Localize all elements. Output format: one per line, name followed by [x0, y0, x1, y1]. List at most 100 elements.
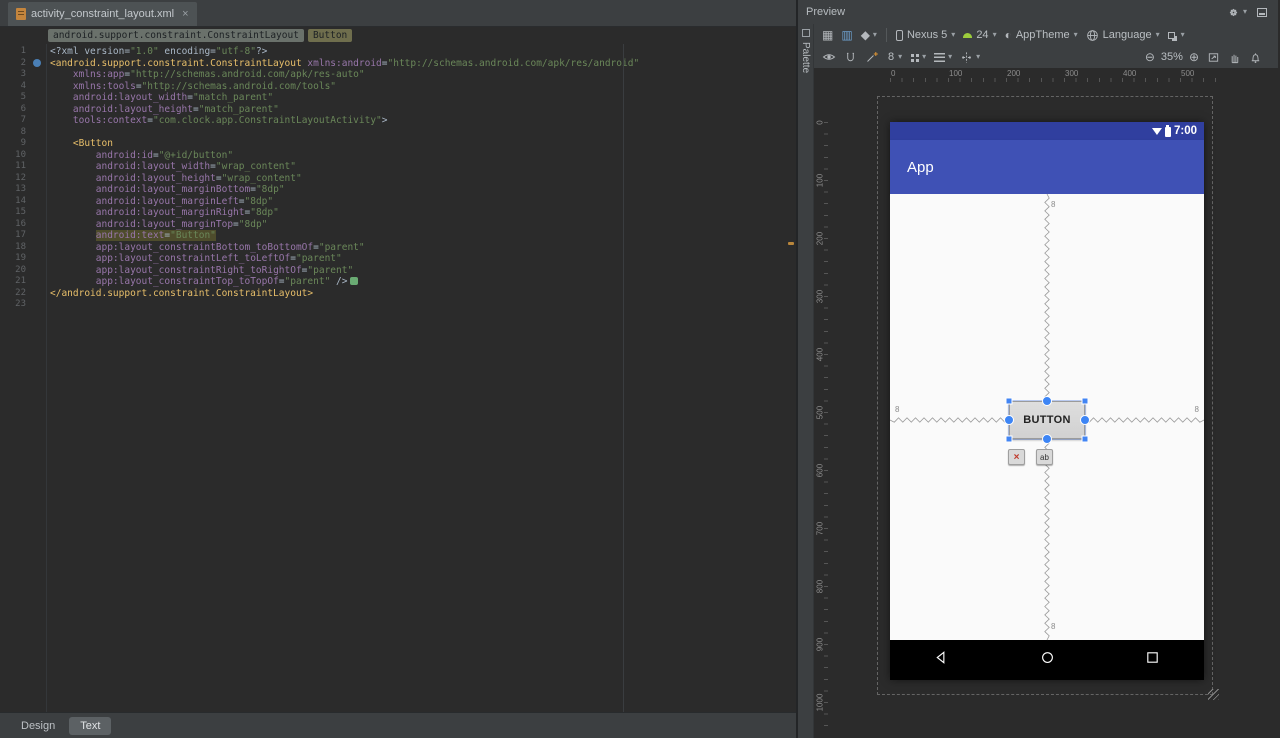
delete-constraints-button[interactable]: × — [1008, 449, 1025, 465]
hide-window-icon — [1257, 7, 1267, 17]
ruler-label: 300 — [815, 289, 825, 304]
code-line: 17 android:text="Button" — [15, 230, 216, 241]
editor-pane: activity_constraint_layout.xml × android… — [0, 0, 798, 738]
ruler-label: 500 — [815, 405, 825, 420]
toolbar-separator — [885, 28, 887, 42]
margin-label-left: 8 — [895, 405, 900, 414]
ruler-label: 200 — [1007, 69, 1021, 78]
locale-selector[interactable]: Language ▾ — [1083, 27, 1163, 44]
ruler-label: 1000 — [815, 693, 825, 712]
show-constraints-button[interactable] — [819, 48, 839, 66]
dropdown-caret-icon: ▾ — [1155, 30, 1160, 39]
zoom-out-button[interactable]: ⊖ — [1142, 49, 1158, 65]
pack-selection-button[interactable]: ▾ — [907, 51, 929, 63]
zoom-fit-icon — [1208, 52, 1219, 62]
code-line: 16 android:layout_marginTop="8dp" — [15, 218, 268, 230]
constraint-anchor-bottom[interactable] — [1042, 434, 1052, 444]
infer-constraints-button[interactable] — [862, 48, 882, 66]
guidelines-button[interactable]: ▾ — [957, 49, 983, 66]
design-canvas[interactable]: 0 100 200 300 400 500 0 100 200 300 400 500 600 700 8… — [814, 68, 1278, 738]
margin-label-top: 8 — [1051, 200, 1056, 209]
constraint-anchor-left[interactable] — [1004, 415, 1014, 425]
layout-variant-icon — [1167, 31, 1175, 39]
dropdown-caret-icon: ▾ — [872, 30, 877, 39]
code-line: 18 app:layout_constraintBottom_toBottomO… — [15, 241, 365, 253]
dropdown-caret-icon: ▾ — [898, 52, 903, 61]
horizontal-ruler: 0 100 200 300 400 500 — [890, 69, 1226, 82]
layout-variant-button[interactable]: ▾ — [1165, 29, 1188, 41]
code-line: 10 android:id="@+id/button" — [15, 149, 234, 161]
back-icon[interactable] — [934, 650, 949, 670]
edit-text-attribute-button[interactable]: ab — [1036, 449, 1053, 465]
ruler-label: 400 — [1123, 69, 1137, 78]
blueprint-mode-button[interactable]: ▥ — [838, 27, 855, 43]
app-bar: App — [890, 140, 1204, 194]
notifications-button[interactable] — [1246, 49, 1265, 66]
magic-wand-icon — [867, 52, 878, 62]
align-button[interactable]: ▾ — [931, 51, 955, 64]
device-resize-handle[interactable] — [1208, 689, 1219, 700]
theme-label: AppTheme — [1015, 29, 1070, 41]
code-line: 4 xmlns:tools="http://schemas.android.co… — [20, 80, 337, 92]
zoom-to-fit-button[interactable] — [1204, 49, 1223, 66]
selection-handle-bottom-left[interactable] — [1005, 435, 1013, 443]
pack-icon — [911, 53, 915, 57]
code-line: 19 app:layout_constraintLeft_toLeftOf="p… — [15, 253, 342, 264]
app-bar-title: App — [907, 158, 934, 176]
status-bar: 7:00 — [890, 122, 1204, 140]
hide-panel-button[interactable] — [1254, 6, 1270, 19]
preview-settings-button[interactable]: ▾ — [1224, 4, 1250, 21]
class-gutter-icon[interactable] — [33, 59, 41, 67]
xml-breadcrumb-bar: android.support.constraint.ConstraintLay… — [0, 27, 796, 44]
ruler-label: 800 — [815, 579, 825, 594]
close-tab-icon[interactable]: × — [182, 8, 188, 20]
breadcrumb-button[interactable]: Button — [307, 29, 353, 42]
warning-stripe-mark[interactable] — [788, 242, 794, 245]
code-editor[interactable]: 1 <?xml version="1.0" encoding="utf-8"?> 2… — [0, 44, 796, 712]
globe-icon — [1086, 29, 1098, 41]
orientation-button[interactable]: ◆ ▾ — [858, 27, 880, 43]
design-surface-icon: ▦ — [822, 28, 834, 42]
preview-header: Preview ▾ — [798, 0, 1278, 24]
theme-selector[interactable]: ◐ AppTheme ▾ — [1002, 27, 1081, 43]
code-line: 1 <?xml version="1.0" encoding="utf-8"?> — [20, 46, 268, 57]
ruler-label: 100 — [815, 173, 825, 188]
zoom-level: 35% — [1160, 51, 1183, 63]
ruler-label: 200 — [815, 231, 825, 246]
xml-file-icon — [16, 8, 26, 20]
api-version-selector[interactable]: 24 ▾ — [960, 27, 999, 43]
selection-handle-top-right[interactable] — [1081, 397, 1089, 405]
tab-text[interactable]: Text — [69, 716, 112, 735]
design-surface-button[interactable]: ▦ — [819, 27, 836, 43]
code-line: 22 </android.support.constraint.Constrain… — [15, 287, 314, 299]
recents-icon[interactable] — [1145, 650, 1160, 670]
constraint-anchor-top[interactable] — [1042, 396, 1052, 406]
code-line: 2 <android.support.constraint.ConstraintL… — [20, 57, 640, 69]
design-actions-toolbar: 8 ▾ ▾ ▾ ▾ ⊖ 35% ⊕ — [814, 46, 1278, 68]
constraint-anchor-right[interactable] — [1080, 415, 1090, 425]
theme-icon: ◐ — [1004, 28, 1012, 42]
dropdown-caret-icon: ▾ — [948, 52, 953, 61]
autoconnect-button[interactable] — [841, 49, 860, 66]
device-selector[interactable]: Nexus 5 ▾ — [893, 27, 958, 43]
guideline-icon — [962, 51, 972, 63]
dropdown-caret-icon: ▾ — [1242, 7, 1247, 16]
home-icon[interactable] — [1040, 650, 1055, 670]
code-line: 13 android:layout_marginBottom="8dp" — [15, 184, 285, 195]
battery-icon — [1164, 124, 1171, 137]
file-tab[interactable]: activity_constraint_layout.xml × — [8, 2, 197, 26]
breadcrumb-constraintlayout[interactable]: android.support.constraint.ConstraintLay… — [48, 29, 304, 42]
zoom-in-button[interactable]: ⊕ — [1186, 49, 1202, 65]
selection-handle-top-left[interactable] — [1005, 397, 1013, 405]
file-tab-label: activity_constraint_layout.xml — [31, 8, 175, 20]
palette-icon — [801, 29, 810, 37]
code-line: 9 <Button — [20, 138, 113, 149]
code-line: 3 xmlns:app="http://schemas.android.com/… — [20, 69, 365, 80]
gutter-separator — [46, 44, 47, 712]
tab-design[interactable]: Design — [10, 717, 66, 735]
selection-handle-bottom-right[interactable] — [1081, 435, 1089, 443]
pan-button[interactable] — [1225, 49, 1244, 66]
code-line: 14 android:layout_marginLeft="8dp" — [15, 195, 274, 207]
default-margin-button[interactable]: 8 ▾ — [884, 49, 905, 65]
palette-tool-stripe[interactable]: Palette — [798, 24, 814, 738]
